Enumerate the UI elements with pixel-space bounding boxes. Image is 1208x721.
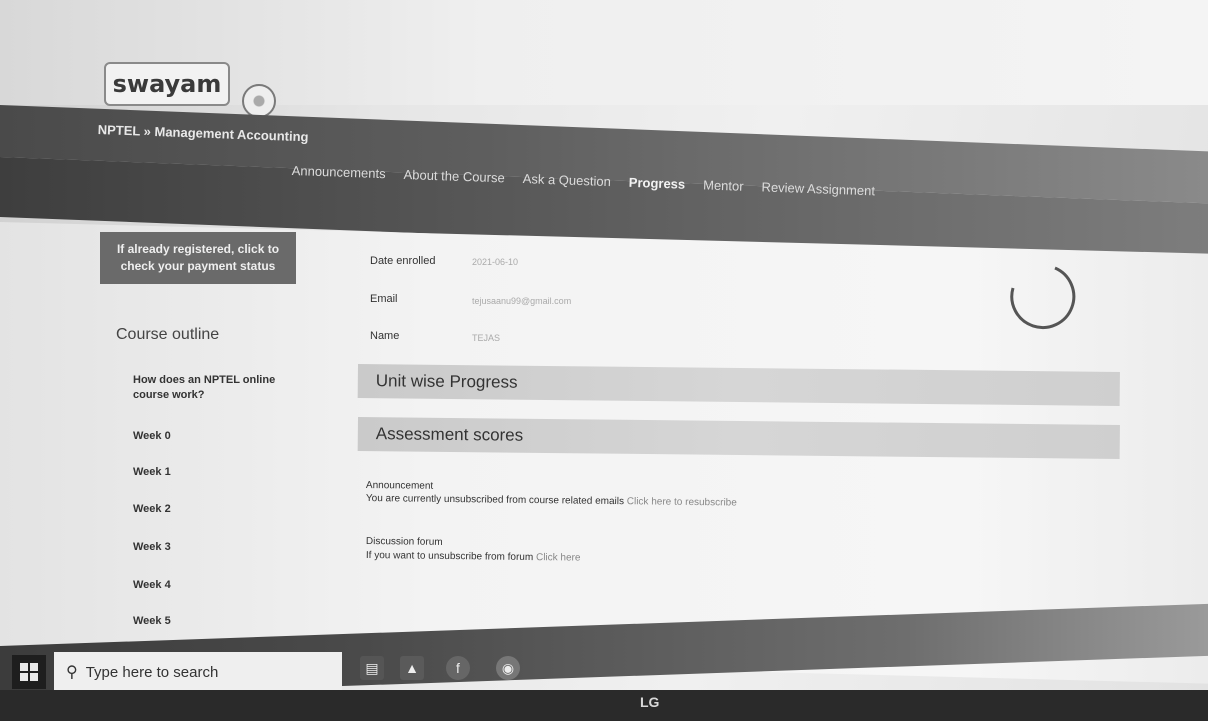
monitor-bezel	[0, 690, 1208, 721]
monitor-brand-logo: LG	[640, 694, 660, 710]
windows-logo-icon	[20, 663, 38, 681]
name-value: TEJAS	[472, 333, 501, 343]
facebook-icon[interactable]: f	[446, 656, 470, 680]
payment-status-button[interactable]: If already registered, click to check yo…	[100, 232, 296, 284]
search-placeholder: Type here to search	[85, 663, 219, 681]
outline-item-week-5[interactable]: Week 5	[133, 615, 171, 627]
email-value: tejusaanu99@gmail.com	[472, 296, 572, 306]
assessment-scores-heading: Assessment scores	[375, 424, 524, 445]
emblem-icon	[242, 84, 276, 118]
forum-heading: Discussion forum	[365, 536, 443, 548]
nav-ask-question[interactable]: Ask a Question	[522, 171, 611, 189]
nav-announcements[interactable]: Announcements	[291, 163, 385, 181]
swayam-logo[interactable]: swayam	[104, 62, 230, 106]
forum-text: If you want to unsubscribe from forum	[365, 550, 534, 564]
outline-item-week-0[interactable]: Week 0	[133, 430, 171, 442]
outline-item-week-1[interactable]: Week 1	[133, 466, 171, 478]
outline-item-week-4[interactable]: Week 4	[133, 579, 171, 591]
name-label: Name	[370, 330, 400, 342]
store-icon[interactable]: ▲	[400, 656, 424, 680]
loading-spinner-icon	[1010, 266, 1076, 329]
chrome-icon[interactable]: ◉	[496, 656, 520, 680]
outline-item-week-2[interactable]: Week 2	[133, 503, 171, 515]
email-label: Email	[370, 293, 398, 305]
resubscribe-link[interactable]: Click here to resubscribe	[627, 496, 737, 508]
outline-item-week-3[interactable]: Week 3	[133, 541, 171, 553]
forum-unsubscribe-link[interactable]: Click here	[536, 552, 581, 564]
start-button[interactable]	[12, 655, 46, 689]
unit-wise-progress-heading: Unit wise Progress	[375, 371, 518, 392]
file-explorer-icon[interactable]: ▤	[360, 656, 384, 680]
search-icon: ⚲	[66, 664, 78, 681]
nav-mentor[interactable]: Mentor	[703, 177, 744, 193]
course-outline-heading: Course outline	[116, 326, 220, 343]
date-enrolled-label: Date enrolled	[370, 255, 436, 267]
date-enrolled-value: 2021-06-10	[472, 257, 519, 267]
nav-progress[interactable]: Progress	[629, 175, 686, 192]
outline-item-intro[interactable]: How does an NPTEL online course work?	[133, 373, 283, 403]
announcement-heading: Announcement	[365, 480, 434, 492]
taskbar-search-input[interactable]: ⚲ Type here to search	[54, 652, 342, 692]
